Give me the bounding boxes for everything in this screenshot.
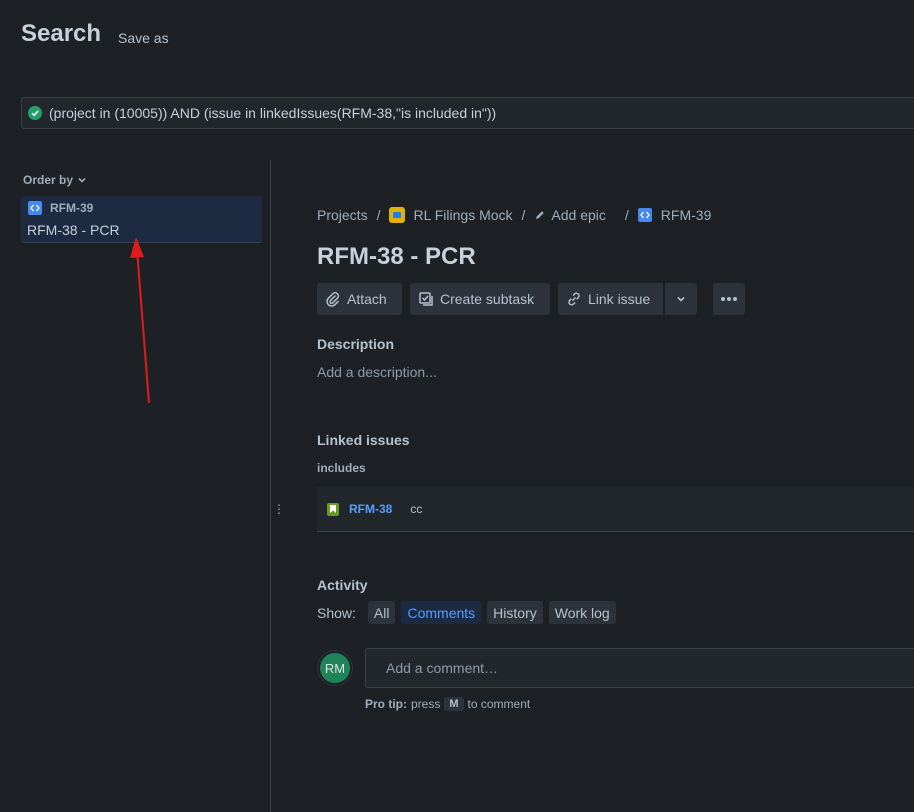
create-subtask-label: Create subtask [440, 291, 535, 307]
result-issue-summary: RFM-38 - PCR [27, 222, 120, 238]
subtask-icon [419, 292, 433, 306]
breadcrumb-project[interactable]: RL Filings Mock [413, 207, 512, 223]
issue-title[interactable]: RFM-38 - PCR [317, 243, 476, 271]
filter-history[interactable]: History [487, 601, 543, 624]
breadcrumb-issue-key[interactable]: RFM-39 [661, 207, 712, 223]
filter-comments[interactable]: Comments [401, 601, 482, 624]
drag-handle-icon[interactable]: ⋮ [273, 502, 285, 516]
breadcrumb-separator: / [521, 207, 526, 223]
linked-issue-summary: cc [410, 502, 423, 516]
breadcrumb-projects[interactable]: Projects [317, 207, 368, 223]
add-epic-link[interactable]: Add epic [551, 207, 605, 223]
save-as-button[interactable]: Save as [118, 30, 169, 46]
more-icon [721, 297, 737, 301]
order-by-label: Order by [23, 173, 74, 187]
story-icon [637, 208, 652, 222]
pro-tip-suffix: to comment [467, 697, 531, 711]
linked-issues-heading: Linked issues [317, 432, 410, 448]
pencil-icon [536, 211, 545, 219]
breadcrumb-separator: / [376, 207, 381, 223]
page-title: Search [21, 20, 102, 47]
avatar[interactable]: RM [318, 651, 352, 685]
link-issue-label: Link issue [588, 291, 651, 307]
comment-input[interactable] [365, 648, 914, 688]
result-issue-key: RFM-39 [50, 201, 94, 215]
link-issue-button[interactable]: Link issue [558, 283, 663, 315]
breadcrumb-separator: / [624, 207, 629, 223]
description-placeholder[interactable]: Add a description... [317, 364, 437, 380]
shortcut-key: M [444, 697, 464, 711]
link-issue-dropdown[interactable] [665, 283, 697, 315]
order-by-button[interactable]: Order by [23, 173, 87, 187]
attach-label: Attach [347, 291, 387, 307]
jql-search-bar[interactable]: (project in (10005)) AND (issue in linke… [21, 97, 914, 129]
link-icon [568, 292, 580, 306]
linked-issue-key[interactable]: RFM-38 [349, 502, 392, 516]
paperclip-icon [326, 292, 340, 307]
link-relation-label: includes [317, 461, 366, 475]
show-label: Show: [317, 604, 356, 621]
activity-filter-row: Show: All Comments History Work log [317, 601, 616, 624]
bookmark-icon [327, 502, 339, 516]
check-icon [28, 106, 42, 120]
more-actions-button[interactable] [713, 283, 745, 315]
chevron-down-icon [78, 177, 86, 183]
annotation-arrow [130, 237, 150, 404]
linked-issue-row[interactable]: RFM-38 cc [317, 487, 914, 532]
activity-heading: Activity [317, 577, 368, 593]
jql-query-text[interactable]: (project in (10005)) AND (issue in linke… [49, 105, 496, 121]
story-icon [28, 201, 42, 215]
attach-button[interactable]: Attach [317, 283, 402, 315]
filter-work-log[interactable]: Work log [548, 601, 616, 624]
panel-divider [270, 160, 271, 812]
pro-tip-label: Pro tip: [365, 697, 407, 711]
chevron-down-icon [677, 296, 685, 302]
breadcrumb: Projects / RL Filings Mock / Add epic / … [317, 207, 711, 223]
description-heading: Description [317, 336, 395, 352]
pro-tip-press: press [411, 697, 441, 711]
project-icon [389, 207, 406, 223]
create-subtask-button[interactable]: Create subtask [410, 283, 550, 315]
filter-all[interactable]: All [367, 601, 396, 624]
pro-tip: Pro tip: press M to comment [365, 697, 530, 711]
